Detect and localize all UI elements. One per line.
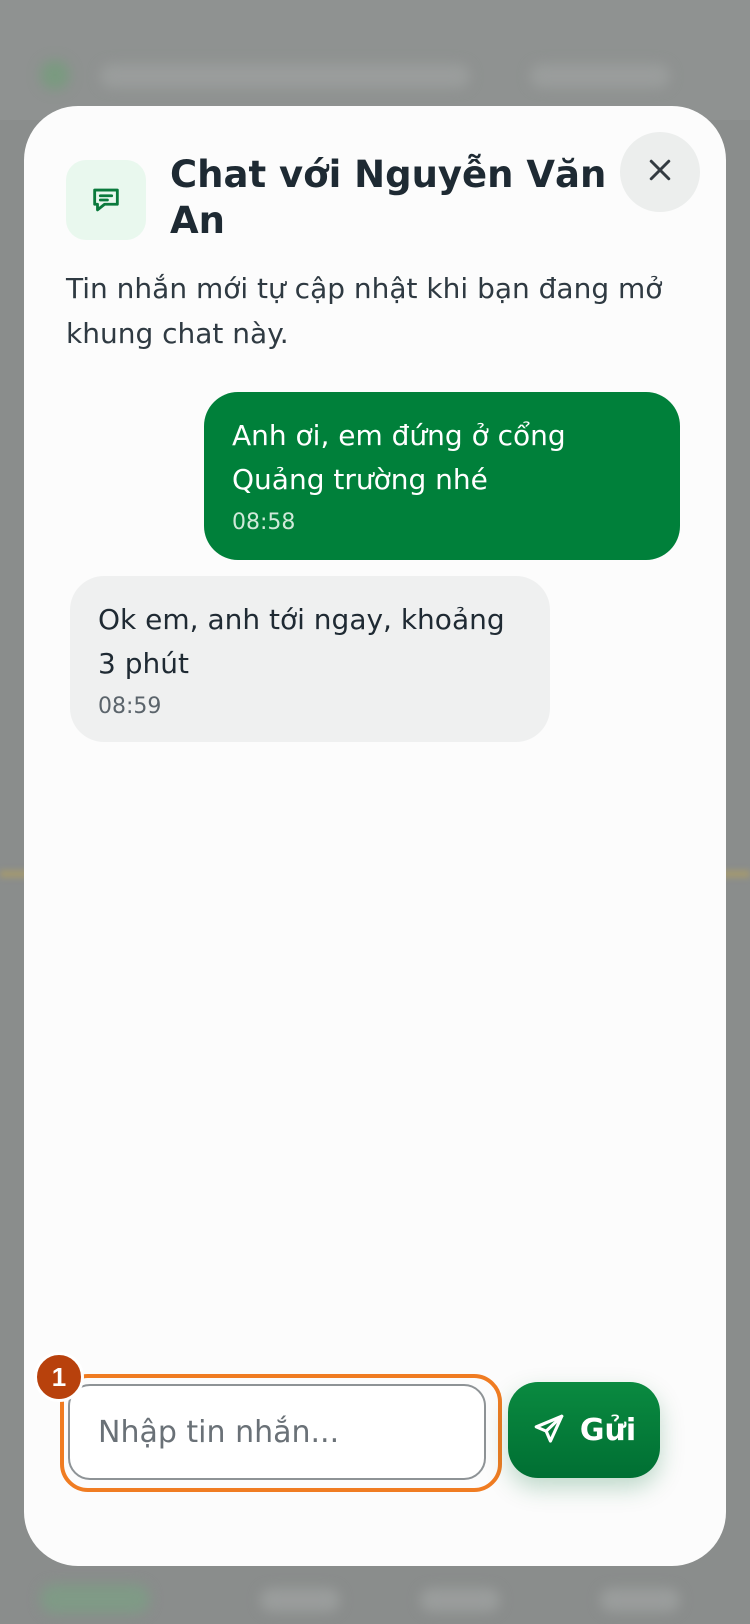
- message-incoming: Ok em, anh tới ngay, khoảng 3 phút 08:59: [70, 576, 550, 742]
- background-blur: [260, 1588, 340, 1612]
- background-blur: [40, 1584, 150, 1614]
- background-blur: [420, 1588, 500, 1612]
- send-button[interactable]: Gửi: [508, 1382, 660, 1478]
- close-button[interactable]: [620, 132, 700, 212]
- background-blur: [530, 64, 670, 88]
- message-outgoing: Anh ơi, em đứng ở cổng Quảng trường nhé …: [204, 392, 680, 560]
- chat-bubble-icon: [66, 160, 146, 240]
- message-time: 08:59: [98, 694, 162, 719]
- message-text: Ok em, anh tới ngay, khoảng 3 phút: [98, 603, 505, 680]
- message-text: Anh ơi, em đứng ở cổng Quảng trường nhé: [232, 419, 566, 496]
- message-input[interactable]: [68, 1384, 486, 1480]
- background-blur: [40, 60, 70, 90]
- background-app-header: [0, 0, 750, 120]
- chat-title: Chat với Nguyễn Văn An: [170, 153, 607, 242]
- message-time: 08:58: [232, 510, 296, 535]
- send-button-label: Gửi: [579, 1412, 637, 1448]
- chat-modal: Chat với Nguyễn Văn An Tin nhắn mới tự c…: [24, 106, 726, 1566]
- close-icon: [645, 155, 675, 189]
- send-icon: [532, 1412, 566, 1449]
- background-blur: [600, 1588, 680, 1612]
- chat-subtitle: Tin nhắn mới tự cập nhật khi bạn đang mở…: [66, 272, 663, 350]
- background-blur: [100, 64, 470, 88]
- step-badge: 1: [34, 1352, 84, 1402]
